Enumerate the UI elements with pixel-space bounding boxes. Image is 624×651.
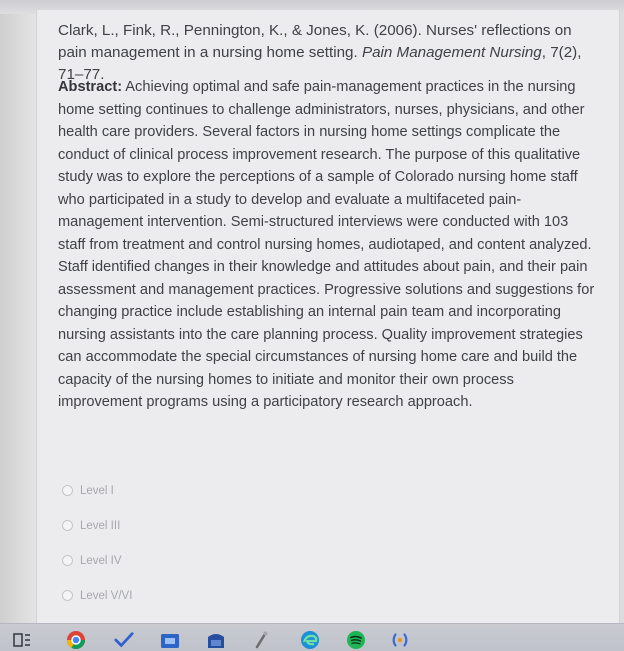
edge-icon[interactable] <box>300 630 320 650</box>
option-label: Level I <box>80 484 114 497</box>
abstract-label: Abstract: <box>58 79 123 95</box>
option-level-i[interactable]: Level I <box>62 482 262 499</box>
citation-journal: Pain Management Nursing <box>361 44 542 61</box>
chrome-icon[interactable] <box>66 630 86 650</box>
check-icon[interactable] <box>114 630 134 650</box>
radio-button[interactable] <box>62 520 73 531</box>
spotify-icon[interactable] <box>346 630 366 650</box>
abstract: Abstract: Achieving optimal and safe pai… <box>58 76 598 414</box>
screen: Clark, L., Fink, R., Pennington, K., & J… <box>0 0 624 651</box>
option-level-iii[interactable]: Level III <box>62 517 262 534</box>
pen-icon[interactable] <box>252 630 272 650</box>
option-label: Level V/VI <box>80 589 133 602</box>
task-view-icon[interactable] <box>12 630 32 650</box>
option-level-iv[interactable]: Level IV <box>62 552 262 569</box>
taskbar <box>0 623 624 651</box>
microsoft-store-icon[interactable] <box>206 630 226 650</box>
option-label: Level III <box>80 519 121 532</box>
option-level-v-vi[interactable]: Level V/VI <box>62 587 262 604</box>
sync-icon[interactable] <box>390 630 410 650</box>
radio-button[interactable] <box>62 555 73 566</box>
abstract-text: Achieving optimal and safe pain-manageme… <box>58 79 595 410</box>
radio-button[interactable] <box>62 485 73 496</box>
option-label: Level IV <box>80 554 122 567</box>
answer-options: Level I Level III Level IV Level V/VI <box>62 482 262 622</box>
radio-button[interactable] <box>62 590 73 601</box>
file-explorer-icon[interactable] <box>160 630 180 650</box>
